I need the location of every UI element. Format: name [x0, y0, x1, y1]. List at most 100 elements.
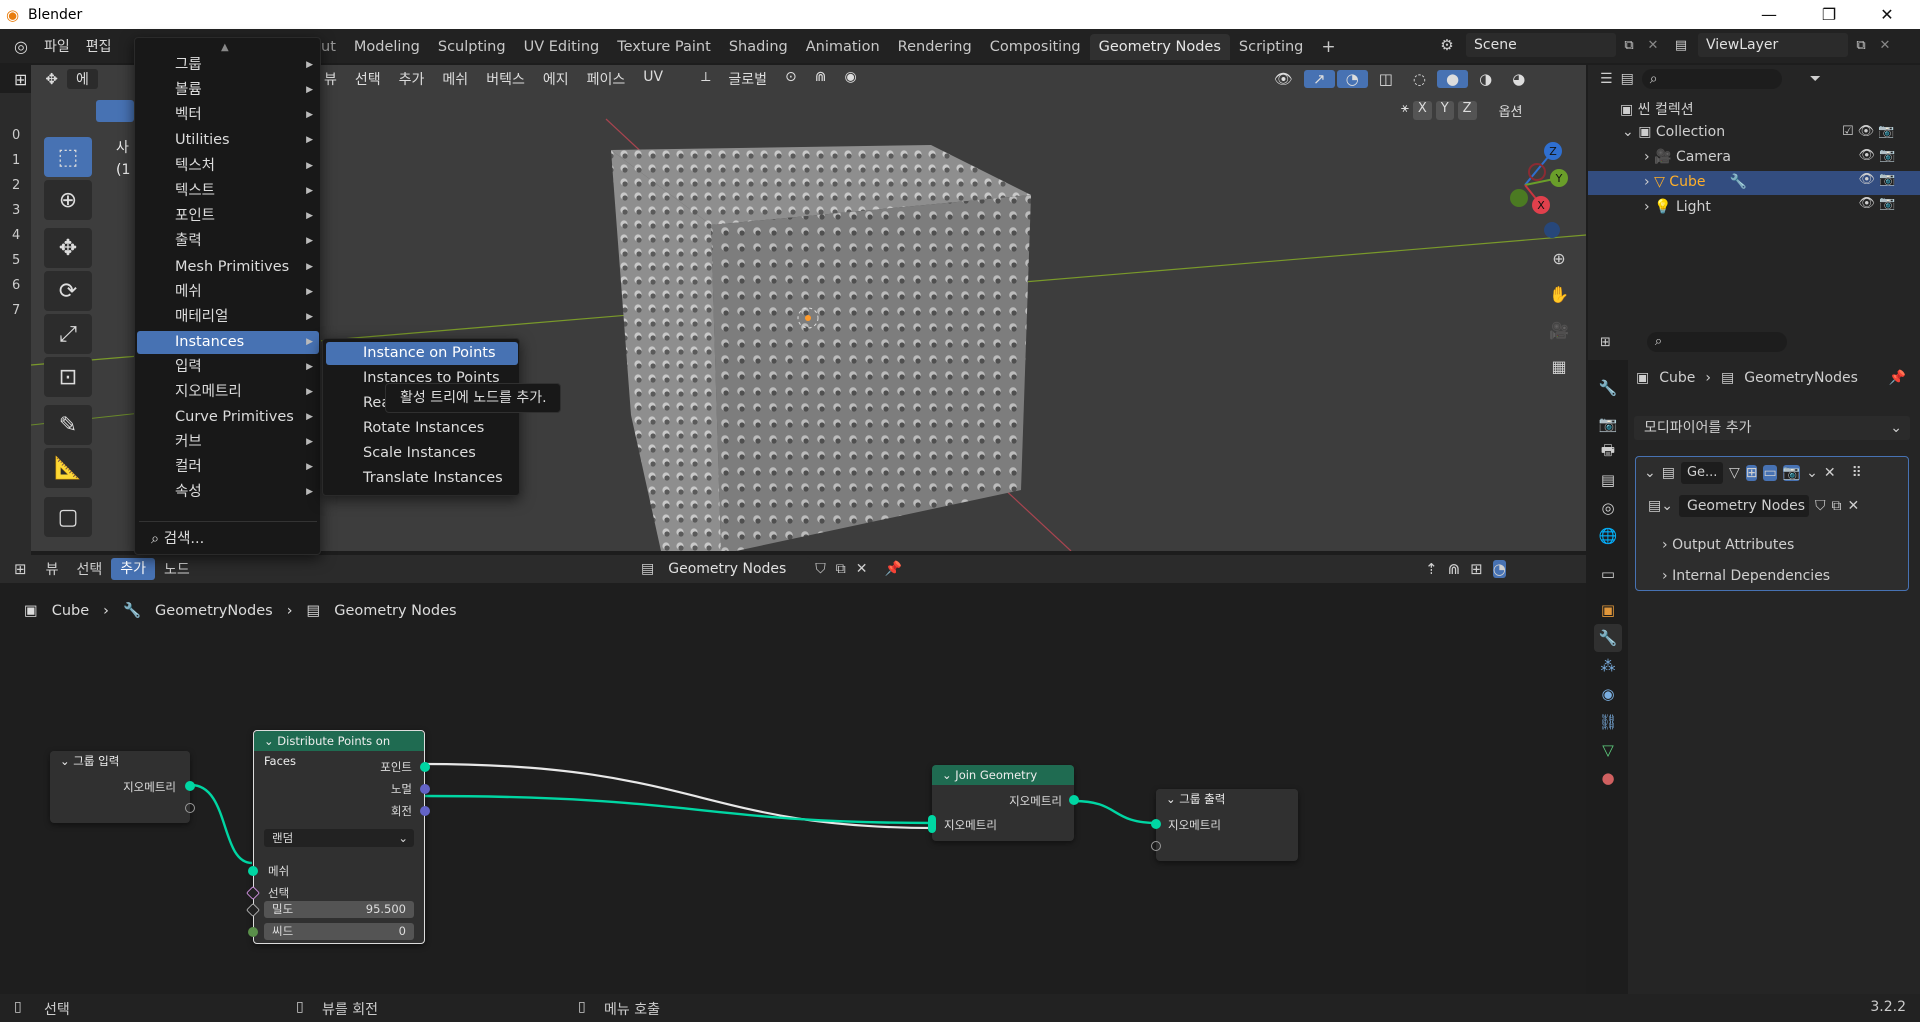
- join-geometry-node[interactable]: ⌄ Join Geometry 지오메트리 지오메트리: [928, 765, 1079, 841]
- node-snap-icon[interactable]: ⋒: [1448, 560, 1461, 578]
- menu-file[interactable]: 파일: [36, 36, 78, 56]
- duplicate-tree-icon[interactable]: ⧉: [831, 561, 851, 577]
- add-menu-item[interactable]: 텍스트 ▶: [137, 180, 319, 203]
- options-dropdown[interactable]: 옵션: [1493, 101, 1529, 120]
- distribute-points-node[interactable]: ⌄ Distribute Points on Faces 포인트 노멀 회전 랜…: [245, 730, 430, 944]
- properties-search-input[interactable]: ⌕: [1646, 332, 1787, 352]
- mode-dropdown[interactable]: 랜덤 ⌄: [264, 829, 414, 847]
- collection-exclude-checkbox[interactable]: ☑ 👁 📷: [1842, 124, 1895, 139]
- mirror-x-button[interactable]: X: [1412, 101, 1432, 120]
- menu-scroll-up-icon[interactable]: ▲: [221, 42, 229, 53]
- rotation-output-socket[interactable]: [420, 806, 430, 816]
- group-output-geometry-socket[interactable]: [1151, 819, 1161, 829]
- annotate-tool-icon[interactable]: ✎: [44, 405, 92, 445]
- wireframe-shading-icon[interactable]: ◌: [1404, 70, 1435, 88]
- scene-field[interactable]: Scene: [1466, 33, 1616, 57]
- outliner-item-light[interactable]: › 💡 Light: [1644, 199, 1711, 215]
- add-menu-item[interactable]: 텍스처 ▶: [137, 155, 319, 178]
- fake-user-icon[interactable]: ⛉: [810, 561, 831, 577]
- node-menu-node[interactable]: 노드: [155, 559, 199, 579]
- material-shading-icon[interactable]: ◑: [1470, 70, 1501, 88]
- geometry-output-socket[interactable]: [185, 781, 195, 791]
- mirror-y-button[interactable]: Y: [1435, 101, 1454, 120]
- add-menu-item[interactable]: Utilities ▶: [137, 129, 319, 152]
- rotate-tool-icon[interactable]: ⟳: [44, 271, 92, 311]
- viewport-toggle-icon[interactable]: ▭: [1763, 465, 1777, 481]
- add-menu-item[interactable]: 속성 ▶: [137, 481, 319, 504]
- unlink-tree-icon[interactable]: ✕: [1847, 498, 1859, 514]
- add-menu-item[interactable]: 포인트 ▶: [137, 205, 319, 228]
- constraints-tab-icon[interactable]: ⛓: [1594, 708, 1622, 736]
- light-visibility-toggle[interactable]: 👁 📷: [1842, 196, 1896, 211]
- tab-animation[interactable]: Animation: [797, 34, 889, 60]
- modifier-name-field[interactable]: Ge...: [1680, 462, 1723, 484]
- drag-handle-icon[interactable]: ⠿: [1852, 465, 1862, 481]
- duplicate-tree-icon[interactable]: ⧉: [1831, 498, 1841, 514]
- add-menu-item[interactable]: 매테리얼 ▶: [137, 306, 319, 329]
- tab-compositing[interactable]: Compositing: [981, 34, 1090, 60]
- mirror-icon[interactable]: ⚹: [1401, 101, 1409, 120]
- viewport-menu-select[interactable]: 선택: [346, 69, 390, 89]
- mode-icon[interactable]: ✥: [36, 70, 67, 88]
- node-tree-icon[interactable]: ▤: [635, 561, 660, 577]
- measure-tool-icon[interactable]: 📐: [44, 448, 92, 488]
- tab-sculpting[interactable]: Sculpting: [429, 34, 515, 60]
- new-scene-icon[interactable]: ⧉: [1616, 38, 1642, 53]
- render-toggle-icon[interactable]: 📷: [1782, 465, 1801, 481]
- modifier-tab-icon[interactable]: 🔧: [1594, 624, 1622, 652]
- blender-menu-icon[interactable]: ◎: [0, 37, 36, 56]
- viewport-menu-uv[interactable]: UV: [634, 69, 672, 89]
- viewlayer-tab-icon[interactable]: ▤: [1594, 466, 1622, 494]
- outliner-search-input[interactable]: ⌕: [1641, 69, 1782, 89]
- tab-texture-paint[interactable]: Texture Paint: [608, 34, 720, 60]
- transform-orientation-icon[interactable]: ⟂: [692, 69, 719, 89]
- viewport-menu-mesh[interactable]: 메쉬: [433, 69, 477, 89]
- fake-user-icon[interactable]: ⛉: [1815, 498, 1826, 514]
- node-editor-canvas[interactable]: [0, 583, 1586, 994]
- outliner-scene-collection[interactable]: ▣ 씬 컬렉션: [1620, 99, 1694, 119]
- edit-mode-toggle-icon[interactable]: ▽: [1729, 465, 1740, 481]
- ortho-toggle-icon[interactable]: ▦: [1545, 353, 1573, 381]
- collection-tab-icon[interactable]: ▭: [1594, 560, 1622, 588]
- outliner-item-camera[interactable]: › 🎥 Camera: [1644, 149, 1731, 165]
- viewport-menu-edge[interactable]: 에지: [534, 69, 578, 89]
- cursor-tool-icon[interactable]: ⊕: [44, 180, 92, 220]
- select-tool-icon[interactable]: ⬚: [44, 137, 92, 177]
- physics-tab-icon[interactable]: ◉: [1594, 680, 1622, 708]
- remove-scene-icon[interactable]: ✕: [1642, 38, 1664, 53]
- close-window-button[interactable]: ✕: [1858, 0, 1916, 29]
- scene-tab-icon[interactable]: ◎: [1594, 494, 1622, 522]
- add-menu-item[interactable]: 입력 ▶: [137, 356, 319, 379]
- new-viewlayer-icon[interactable]: ⧉: [1848, 38, 1874, 53]
- cage-toggle-icon[interactable]: ⊞: [1745, 465, 1758, 481]
- visibility-icon[interactable]: 👁: [1265, 70, 1302, 88]
- add-modifier-dropdown[interactable]: 모디파이어를 추가 ⌄: [1634, 416, 1910, 440]
- node-tree-field[interactable]: Geometry Nodes: [660, 557, 811, 581]
- viewport-menu-vertex[interactable]: 버텍스: [477, 69, 534, 89]
- collapse-icon[interactable]: ⌄: [1644, 465, 1656, 481]
- group-output-header[interactable]: ⌄ 그룹 출력: [1156, 789, 1298, 809]
- modifier-menu-icon[interactable]: ⌄: [1806, 465, 1818, 481]
- object-tab-icon[interactable]: ▣: [1594, 596, 1622, 624]
- tab-shading[interactable]: Shading: [720, 34, 797, 60]
- editor-type-icon[interactable]: ⊞: [0, 70, 36, 89]
- rendered-shading-icon[interactable]: ◕: [1503, 70, 1534, 88]
- add-menu-item[interactable]: Instances ▶: [137, 331, 319, 354]
- tool-tab-icon[interactable]: 🔧: [1594, 374, 1622, 402]
- scene-icon[interactable]: ⚙: [1428, 36, 1466, 54]
- add-menu-item[interactable]: 지오메트리 ▶: [137, 381, 319, 404]
- add-menu-item[interactable]: Curve Primitives ▶: [137, 406, 319, 429]
- outliner-display-icon[interactable]: ▤: [1621, 71, 1634, 87]
- properties-editor-icon[interactable]: ⊞: [1600, 335, 1611, 350]
- output-attributes-section[interactable]: › Output Attributes: [1662, 537, 1794, 553]
- parent-tree-icon[interactable]: ⇡: [1425, 560, 1438, 578]
- density-field[interactable]: 밀도 95.500: [264, 901, 414, 918]
- pivot-icon[interactable]: ⊙: [776, 69, 806, 89]
- instances-submenu-item[interactable]: Rotate Instances: [326, 417, 518, 440]
- points-output-socket[interactable]: [420, 762, 430, 772]
- add-menu-item[interactable]: 메쉬 ▶: [137, 281, 319, 304]
- gizmo-toggle-icon[interactable]: ↗: [1304, 70, 1335, 88]
- transform-orientation-dropdown[interactable]: 글로벌: [719, 69, 776, 89]
- outliner-collection[interactable]: ⌄ ▣ Collection: [1622, 124, 1725, 140]
- output-tab-icon[interactable]: 🖶: [1594, 438, 1622, 466]
